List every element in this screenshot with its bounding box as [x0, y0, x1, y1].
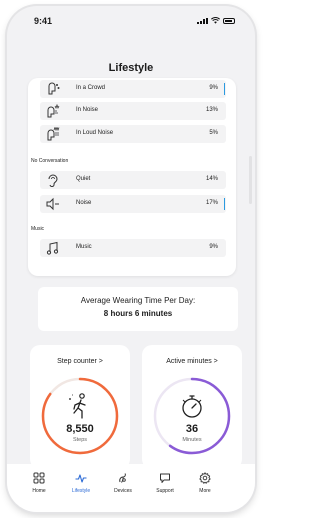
tab-label: Devices [114, 488, 132, 494]
music-note-icon [46, 241, 59, 255]
step-count-unit: Steps [72, 437, 88, 443]
tab-more[interactable]: More [185, 472, 225, 494]
noise-speech-icon [47, 104, 60, 118]
tab-label: More [199, 488, 211, 494]
tab-bar: Home Lifestyle Devices Support More [7, 464, 255, 512]
tab-devices[interactable]: Devices [103, 472, 143, 494]
grid-icon [33, 472, 45, 484]
page-title: Lifestyle [108, 62, 154, 74]
status-time: 9:41 [34, 16, 53, 26]
battery-icon [223, 18, 235, 24]
signal-icon [197, 18, 208, 24]
list-item-label: Music [76, 244, 92, 250]
hearing-aid-icon [119, 473, 126, 483]
list-item-percent: 17% [205, 200, 218, 206]
phone-frame: 9:41 Lifestyle In a Crowd 9% In Noise 13… [7, 6, 255, 512]
list-item[interactable]: Quiet 14% [40, 171, 226, 189]
list-item[interactable]: Music 9% [40, 239, 226, 257]
list-item-label: In Noise [76, 107, 99, 113]
list-item[interactable]: Noise 17% [40, 195, 226, 213]
active-minutes-title[interactable]: Active minutes > [142, 358, 242, 365]
loud-noise-speech-icon [47, 127, 60, 141]
pulse-icon [75, 474, 87, 483]
gear-icon [199, 472, 211, 484]
status-bar: 9:41 [7, 16, 255, 30]
section-label-music: Music [31, 226, 45, 232]
noise-icon [46, 197, 59, 211]
list-item-label: In a Crowd [76, 85, 106, 91]
list-item-percent: 14% [205, 176, 218, 182]
list-item-percent: 9% [209, 85, 218, 91]
list-item-label: Quiet [76, 176, 91, 182]
wearing-time-value: 8 hours 6 minutes [103, 309, 173, 318]
tab-support[interactable]: Support [145, 472, 185, 494]
step-counter-card[interactable]: Step counter > 8,550 Steps [30, 345, 130, 469]
list-item-percent: 9% [209, 244, 218, 250]
active-minutes-value: 36 [185, 423, 199, 435]
wearing-time-label: Average Wearing Time Per Day: [80, 296, 196, 305]
list-item-label: Noise [76, 200, 92, 206]
wifi-icon [211, 17, 220, 24]
crowd-icon [48, 82, 60, 95]
active-minutes-unit: Minutes [182, 437, 202, 443]
list-item[interactable]: In Noise 13% [40, 102, 226, 120]
list-item-percent: 13% [205, 107, 218, 113]
environment-card: In a Crowd 9% In Noise 13% In Loud Noise… [28, 78, 236, 276]
tab-home[interactable]: Home [19, 472, 59, 494]
walking-icon [69, 393, 86, 419]
wearing-time-card: Average Wearing Time Per Day: 8 hours 6 … [38, 287, 238, 331]
usage-bar [223, 83, 225, 95]
step-count-value: 8,550 [66, 423, 94, 435]
stopwatch-icon [182, 395, 202, 418]
tab-lifestyle[interactable]: Lifestyle [61, 472, 101, 494]
list-item-label: In Loud Noise [76, 130, 114, 136]
tab-label: Home [32, 488, 46, 494]
step-counter-title[interactable]: Step counter > [30, 358, 130, 365]
list-item-percent: 5% [209, 130, 218, 136]
status-icons [197, 17, 235, 24]
ear-icon [48, 174, 58, 187]
list-item[interactable]: In a Crowd 9% [40, 80, 226, 98]
active-minutes-card[interactable]: Active minutes > 36 Minutes [142, 345, 242, 469]
side-button [249, 156, 252, 204]
tab-label: Support [156, 488, 174, 494]
tab-label: Lifestyle [71, 488, 91, 494]
usage-bar [223, 198, 225, 210]
list-item[interactable]: In Loud Noise 5% [40, 125, 226, 143]
section-label-no-conversation: No Conversation [31, 158, 69, 164]
chat-icon [160, 473, 170, 483]
